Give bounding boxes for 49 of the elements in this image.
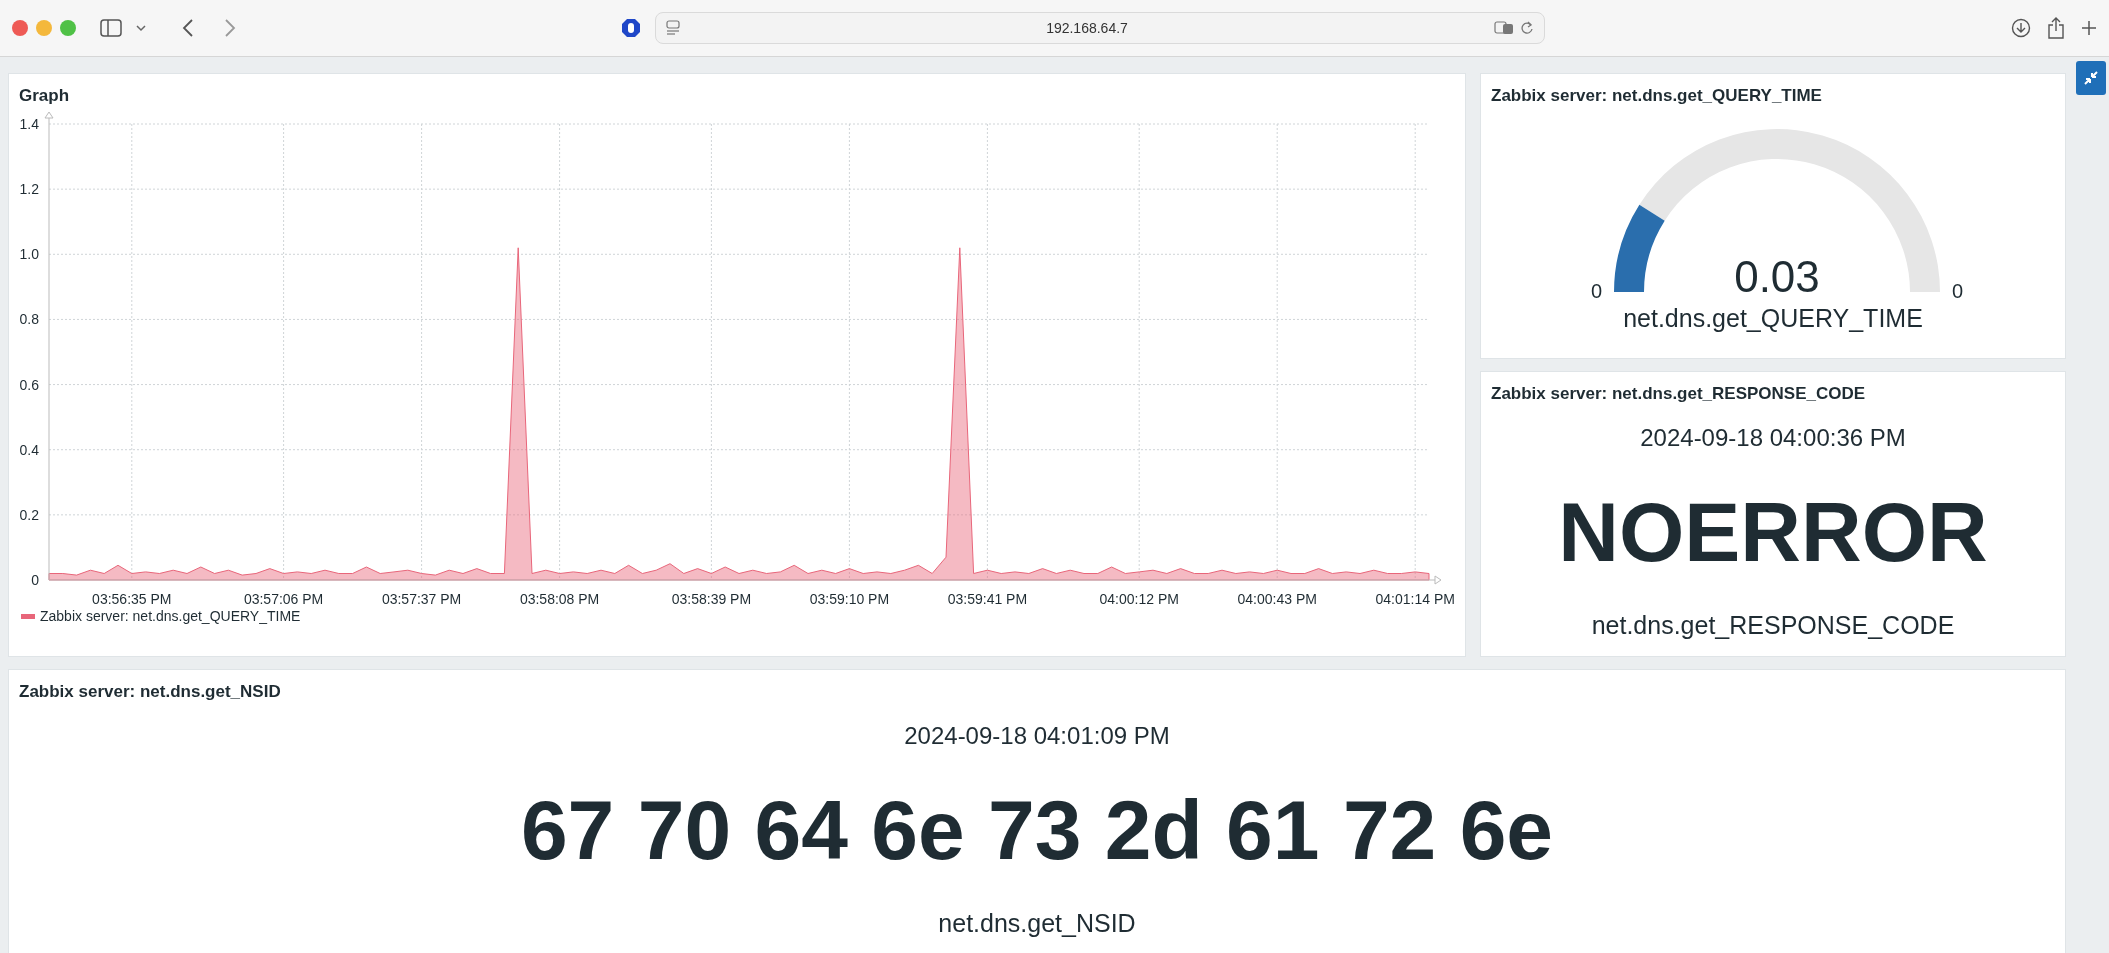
tick-label: 03:58:08 PM — [519, 591, 600, 606]
widget-title: Zabbix server: net.dns.get_QUERY_TIME — [1490, 85, 1823, 106]
timestamp: 2024-09-18 04:01:09 PM — [904, 722, 1170, 750]
reload-icon[interactable] — [1520, 21, 1534, 35]
timestamp: 2024-09-18 04:00:36 PM — [1640, 424, 1906, 452]
url-text: 192.168.64.7 — [1045, 20, 1129, 36]
address-bar[interactable]: 192.168.64.7 — [655, 12, 1545, 44]
chevron-down-icon[interactable] — [136, 24, 146, 32]
gauge-value: 0.03 — [1734, 252, 1820, 301]
tick-label: 1.2 — [19, 181, 39, 198]
widget-title: Zabbix server: net.dns.get_NSID — [18, 681, 282, 702]
item-value: NOERROR — [1558, 489, 1988, 574]
download-icon[interactable] — [2011, 18, 2031, 38]
tick-label: 0.6 — [19, 376, 39, 393]
item-name: net.dns.get_RESPONSE_CODE — [1591, 611, 1955, 640]
widget-title: Zabbix server: net.dns.get_RESPONSE_CODE — [1490, 383, 1867, 404]
tick-label: 0 — [31, 572, 39, 588]
legend-label: Zabbix server: net.dns.get_QUERY_TIME — [40, 608, 301, 624]
tick-label: 03:56:35 PM — [92, 591, 172, 606]
tick-label: 1.0 — [19, 246, 39, 263]
tick-label: 04:01:14 PM — [1375, 591, 1455, 606]
widget-title: Graph — [18, 85, 71, 106]
forward-icon[interactable] — [224, 19, 236, 37]
tick-label: 0.8 — [19, 311, 39, 328]
tick-label: 03:57:37 PM — [381, 591, 462, 606]
tick-label: 03:57:06 PM — [243, 591, 324, 606]
gauge-max-label: 0 — [1952, 280, 1964, 302]
close-window-icon[interactable] — [12, 20, 28, 36]
tick-label: 04:00:12 PM — [1099, 591, 1179, 606]
legend-swatch — [21, 613, 35, 619]
exit-fullscreen-button[interactable] — [2076, 61, 2106, 95]
item-name: net.dns.get_QUERY_TIME — [1622, 304, 1924, 333]
gauge-min-label: 0 — [1590, 280, 1602, 302]
new-tab-icon[interactable] — [2081, 20, 2097, 36]
item-name: net.dns.get_NSID — [938, 909, 1136, 938]
back-icon[interactable] — [182, 19, 194, 37]
share-icon[interactable] — [2047, 17, 2065, 39]
collapse-arrows-icon — [2083, 70, 2099, 86]
page-icon — [666, 20, 680, 36]
tick-label: 03:58:39 PM — [671, 591, 752, 606]
item-value: 67 70 64 6e 73 2d 61 72 6e — [520, 787, 1554, 872]
sidebar-icon[interactable] — [100, 19, 122, 37]
translate-icon[interactable] — [1494, 21, 1514, 35]
tick-label: 04:00:43 PM — [1237, 591, 1317, 606]
tick-label: 0.4 — [19, 441, 39, 458]
tick-label: 1.4 — [19, 116, 39, 132]
tick-label: 0.2 — [19, 506, 39, 523]
tick-label: 03:59:10 PM — [809, 591, 890, 606]
tick-label: 03:59:41 PM — [947, 591, 1028, 606]
